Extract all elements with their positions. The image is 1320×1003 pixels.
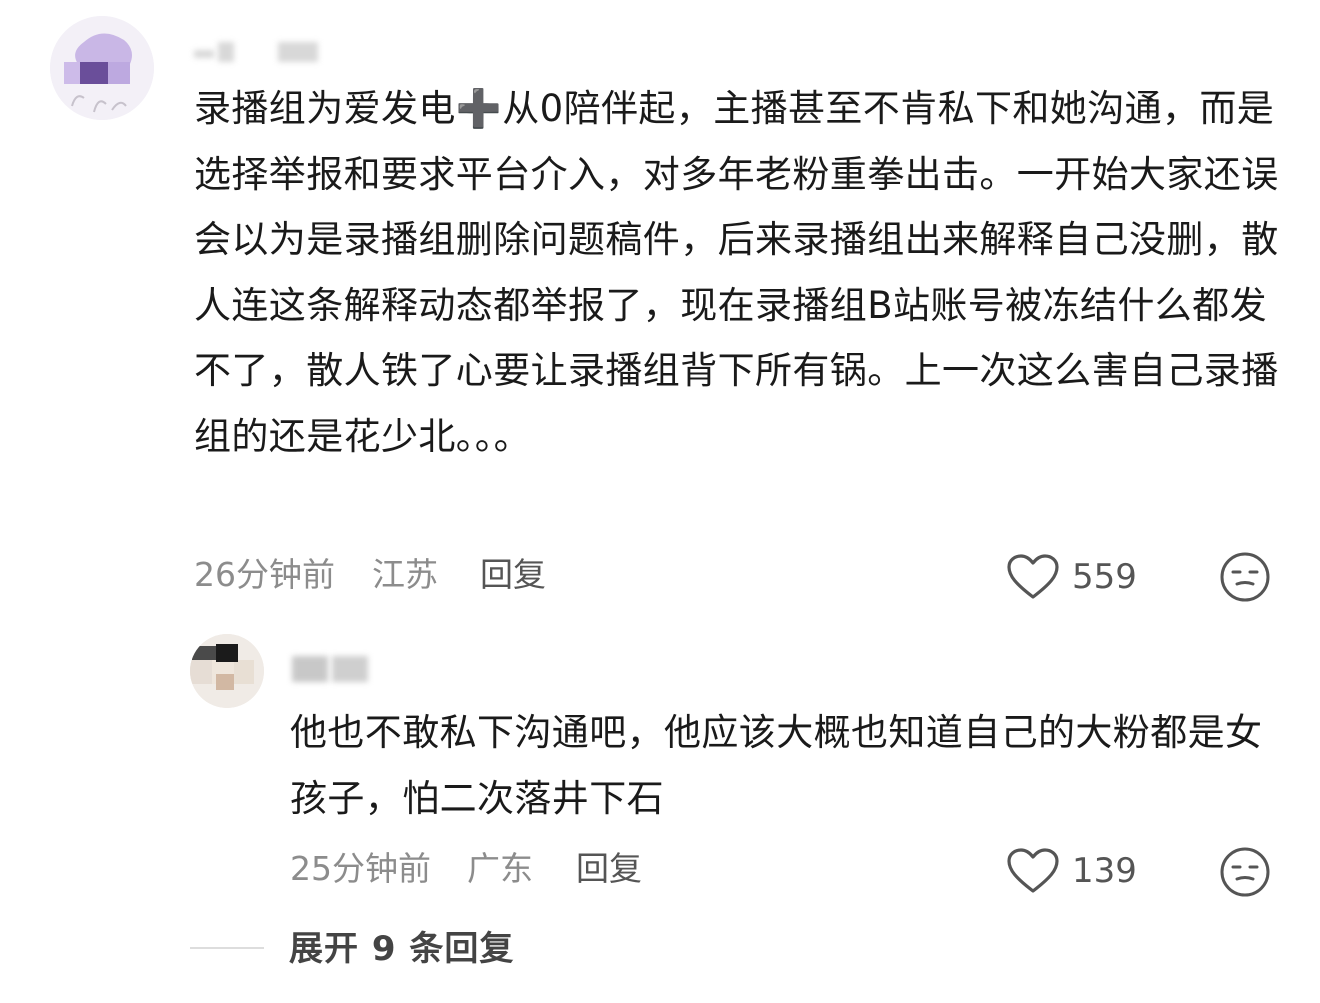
reply-avatar[interactable] <box>190 634 264 708</box>
comment-like-count: 559 <box>1072 557 1137 597</box>
reply-dislike-button[interactable] <box>1219 846 1271 898</box>
comment-text: 录播组为爱发电➕从0陪伴起，主播甚至不肯私下和她沟通，而是选择举报和要求平台介入… <box>194 87 1279 458</box>
heart-outline-icon <box>1007 554 1059 599</box>
avatar-image <box>50 16 154 120</box>
comment-like-button[interactable]: 559 <box>1006 552 1137 602</box>
expand-replies-button[interactable]: 展开 9 条回复 <box>289 928 514 970</box>
reply-like-count: 139 <box>1072 851 1137 891</box>
reply-reply-button[interactable]: 回复 <box>576 849 642 889</box>
expand-divider <box>190 947 264 949</box>
reply-location: 广东 <box>467 849 533 888</box>
reply-text: 他也不敢私下沟通吧，他应该大概也知道自己的大粉都是女孩子，怕二次落井下石 <box>290 711 1263 820</box>
avatar-image <box>190 634 264 708</box>
reply-username-blurred[interactable] <box>290 650 376 686</box>
comment-location: 江苏 <box>372 555 438 594</box>
heart-outline-icon <box>1007 848 1059 893</box>
comment-reply-button[interactable]: 回复 <box>480 555 546 595</box>
reply-like-button[interactable]: 139 <box>1006 846 1137 896</box>
commenter-username-blurred[interactable] <box>194 40 324 64</box>
reply-time: 25分钟前 <box>290 849 431 888</box>
meh-face-icon <box>1220 847 1270 897</box>
meh-face-icon <box>1220 552 1270 602</box>
comment-time: 26分钟前 <box>194 555 335 594</box>
comment-dislike-button[interactable] <box>1219 551 1271 603</box>
commenter-avatar[interactable] <box>50 16 154 120</box>
